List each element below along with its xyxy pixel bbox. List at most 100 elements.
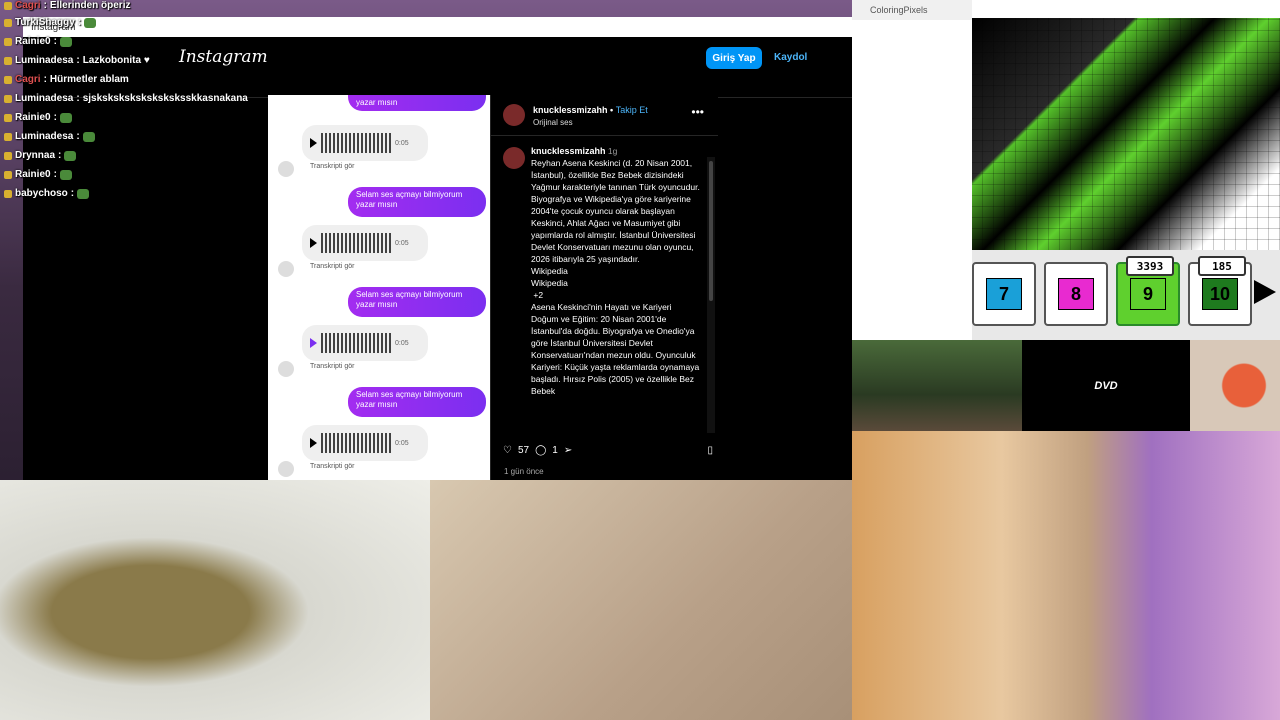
voice-message[interactable]: 0:05 <box>302 325 428 361</box>
avatar <box>278 361 294 377</box>
emote-icon <box>59 112 72 123</box>
post-caption: knucklessmizahh 1g Reyhan Asena Keskinci… <box>531 145 701 418</box>
badge-icon <box>4 37 12 46</box>
chat-username[interactable]: Drynnaa <box>15 150 55 161</box>
remaining-count: 185 <box>1198 256 1246 276</box>
chat-separator: : <box>76 131 80 142</box>
scrollbar-thumb[interactable] <box>709 161 713 301</box>
post-author[interactable]: knucklessmizahh • Takip Et <box>533 105 648 115</box>
play-icon[interactable] <box>310 338 317 348</box>
chat-separator: : <box>43 0 47 11</box>
waveform <box>321 133 391 153</box>
caption-author[interactable]: knucklessmizahh <box>531 146 606 156</box>
chat-text: Ellerinden öperiz <box>49 0 131 11</box>
emote-icon <box>82 131 95 142</box>
palette-swatch: 9 <box>1130 278 1166 310</box>
caption-text-2: Asena Keskinci'nin Hayatı ve Kariyeri Do… <box>531 302 700 396</box>
follow-link[interactable]: Takip Et <box>616 105 648 115</box>
chat-separator: : <box>53 112 57 123</box>
chat-message: Luminadesa: sjsksksksksksksksksskkasnakan… <box>4 93 248 104</box>
caption-text: Reyhan Asena Keskinci (d. 20 Nisan 2001,… <box>531 158 700 264</box>
chat-message: Rainie0: <box>4 169 72 180</box>
avatar <box>278 261 294 277</box>
palette-color[interactable]: 8 <box>1044 262 1108 326</box>
signup-link[interactable]: Kaydol <box>774 52 807 63</box>
palette-color[interactable]: 7 <box>972 262 1036 326</box>
transcript-link[interactable]: Transkripti gör <box>310 363 354 370</box>
chat-message: Drynnaa: <box>4 150 77 161</box>
chat-username[interactable]: Rainie0 <box>15 169 51 180</box>
chat-text: Lazkobonita ♥ <box>82 55 150 66</box>
chat-message: Rainie0: <box>4 112 72 123</box>
login-button[interactable]: Giriş Yap <box>706 47 762 69</box>
badge-icon <box>4 56 12 65</box>
chat-separator: : <box>58 150 62 161</box>
audio-label[interactable]: Orijinal ses <box>533 118 573 127</box>
chat-message: Cagri: Hürmetler ablam <box>4 74 129 85</box>
badge-icon <box>4 132 12 141</box>
voice-message[interactable]: 0:05 <box>302 425 428 461</box>
caption-scrollbar[interactable] <box>707 157 715 433</box>
caption-link[interactable]: +2 <box>533 290 543 300</box>
chat-username[interactable]: Cagri <box>15 0 41 11</box>
voice-message[interactable]: 0:05 <box>302 125 428 161</box>
caption-link[interactable]: Wikipedia <box>531 278 568 288</box>
color-palette: 7 8 3393 9 185 10 <box>972 250 1280 340</box>
chat-username[interactable]: TurkiShaggy <box>15 17 75 28</box>
top-navigation <box>23 37 960 98</box>
instagram-window: Instagram – □ ✕ Instagram Giriş Yap Kayd… <box>23 17 960 482</box>
more-options-icon[interactable]: ••• <box>691 105 704 119</box>
badge-icon <box>4 75 12 84</box>
chat-message: Cagri: Ellerinden öperiz <box>4 0 130 11</box>
badge-icon <box>4 189 12 198</box>
emote-icon <box>59 36 72 47</box>
post-image[interactable]: yazar mısın 0:05 Transkripti gör Selam s… <box>268 95 490 482</box>
pixel-grid[interactable] <box>972 18 1280 250</box>
window-titlebar: Instagram – □ ✕ <box>23 17 960 37</box>
chat-username[interactable]: Rainie0 <box>15 36 51 47</box>
chat-username[interactable]: Luminadesa <box>15 93 73 104</box>
play-icon[interactable] <box>310 138 317 148</box>
author-avatar[interactable] <box>503 104 525 126</box>
transcript-link[interactable]: Transkripti gör <box>310 463 354 470</box>
chat-message: TurkiShaggy: <box>4 17 97 28</box>
next-arrow-icon[interactable] <box>1254 280 1276 304</box>
comment-icon[interactable]: ◯ <box>535 445 546 456</box>
emote-icon <box>77 188 90 199</box>
like-icon[interactable]: ♡ <box>503 445 512 456</box>
chat-separator: : <box>76 55 80 66</box>
emote-icon <box>59 169 72 180</box>
chat-username[interactable]: Cagri <box>15 74 41 85</box>
instagram-logo[interactable]: Instagram <box>179 47 268 67</box>
post-actions: ♡ 57 ◯ 1 ➢ ▯ <box>503 445 713 456</box>
play-icon[interactable] <box>310 438 317 448</box>
chat-username[interactable]: babychoso <box>15 188 68 199</box>
chat-separator: : <box>70 188 75 199</box>
share-icon[interactable]: ➢ <box>564 445 572 456</box>
palette-color-selected[interactable]: 3393 9 <box>1116 256 1180 326</box>
palette-swatch: 10 <box>1202 278 1238 310</box>
palette-swatch: 8 <box>1058 278 1094 310</box>
transcript-link[interactable]: Transkripti gör <box>310 163 354 170</box>
voice-message[interactable]: 0:05 <box>302 225 428 261</box>
caption-link[interactable]: Wikipedia <box>531 266 568 276</box>
chat-separator: : <box>53 169 57 180</box>
caption-avatar[interactable] <box>503 147 525 169</box>
post-date: 1 gün önce <box>504 467 544 476</box>
play-icon[interactable] <box>310 238 317 248</box>
waveform <box>321 333 391 353</box>
dm-bubble: Selam ses açmayı bilmiyorum yazar mısın <box>348 387 486 417</box>
chat-separator: : <box>77 17 82 28</box>
window-title: ColoringPixels <box>852 0 972 20</box>
comment-count: 1 <box>552 445 558 456</box>
chat-username[interactable]: Luminadesa <box>15 55 73 66</box>
remaining-count: 3393 <box>1126 256 1174 276</box>
chat-username[interactable]: Luminadesa <box>15 131 73 142</box>
badge-icon <box>4 151 12 160</box>
marble-run-tile <box>430 480 852 720</box>
chat-username[interactable]: Rainie0 <box>15 112 51 123</box>
save-icon[interactable]: ▯ <box>707 445 713 456</box>
palette-color[interactable]: 185 10 <box>1188 256 1252 326</box>
transcript-link[interactable]: Transkripti gör <box>310 263 354 270</box>
badge-icon <box>4 113 12 122</box>
